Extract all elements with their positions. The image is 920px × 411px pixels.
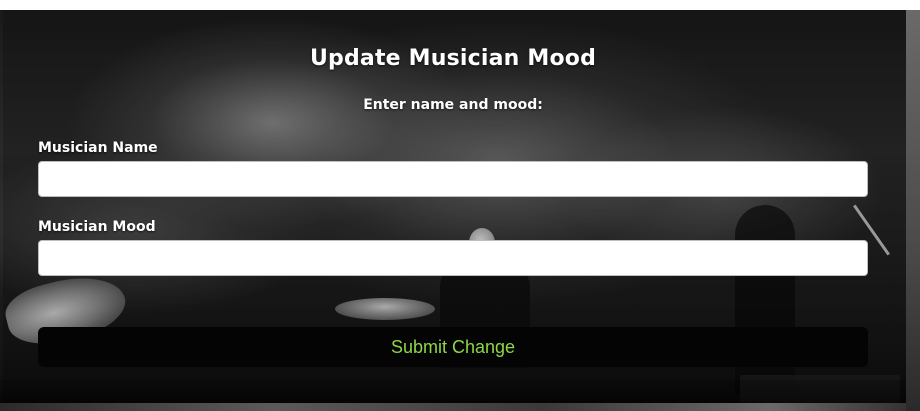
background-right-edge <box>906 10 920 411</box>
page: Update Musician Mood Enter name and mood… <box>0 0 920 411</box>
musician-mood-label: Musician Mood <box>38 219 156 235</box>
background-bottom-band <box>0 403 906 411</box>
submit-change-button[interactable]: Submit Change <box>38 327 868 367</box>
musician-mood-input[interactable] <box>38 240 868 276</box>
top-strip <box>0 0 920 10</box>
form-subtitle: Enter name and mood: <box>363 97 543 113</box>
musician-name-label: Musician Name <box>38 140 158 156</box>
form-title: Update Musician Mood <box>309 46 597 71</box>
musician-name-input[interactable] <box>38 161 868 197</box>
